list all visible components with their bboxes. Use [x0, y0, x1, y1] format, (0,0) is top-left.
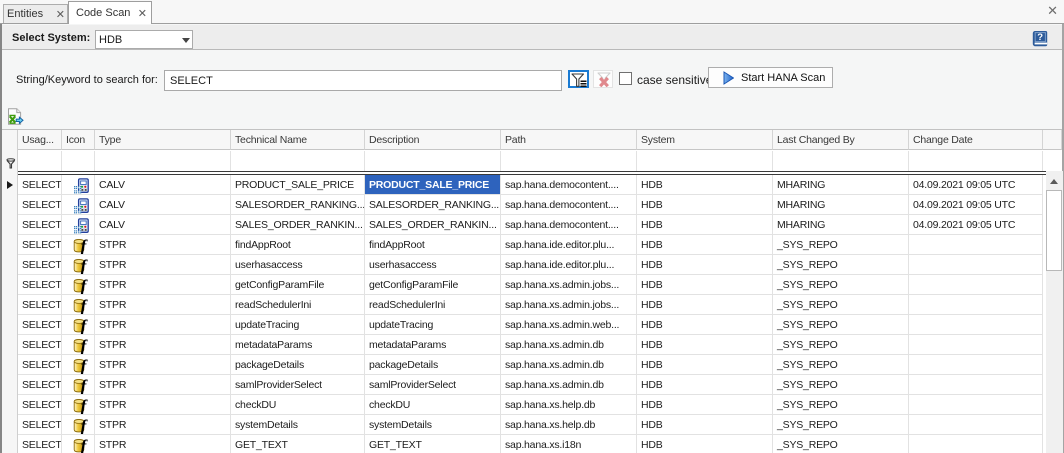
svg-text:f: f [81, 318, 89, 334]
svg-text:f: f [81, 378, 89, 394]
svg-text:f: f [81, 238, 89, 254]
svg-text:f: f [81, 258, 89, 274]
svg-text:?: ? [1037, 32, 1043, 43]
svg-text:f: f [81, 298, 89, 314]
svg-text:f: f [81, 338, 89, 354]
svg-text:f: f [81, 438, 89, 453]
svg-text:f: f [81, 358, 89, 374]
svg-text:f: f [81, 278, 89, 294]
svg-text:f: f [81, 398, 89, 414]
svg-text:f: f [81, 418, 89, 434]
